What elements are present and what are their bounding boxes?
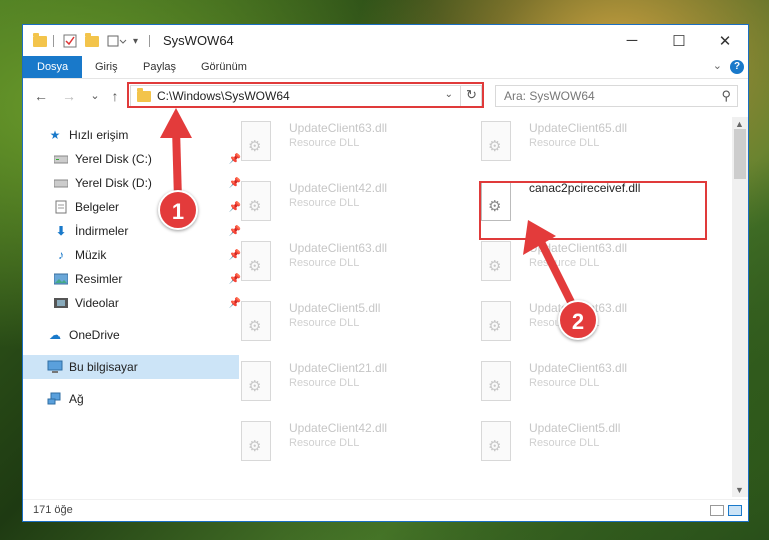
arrow-2-line — [536, 238, 576, 306]
arrow-2-head — [523, 220, 556, 255]
annotation-arrows — [160, 108, 576, 306]
arrow-1-head — [160, 108, 192, 138]
step-badge-2: 2 — [558, 300, 598, 340]
step-badge-1: 1 — [158, 190, 198, 230]
